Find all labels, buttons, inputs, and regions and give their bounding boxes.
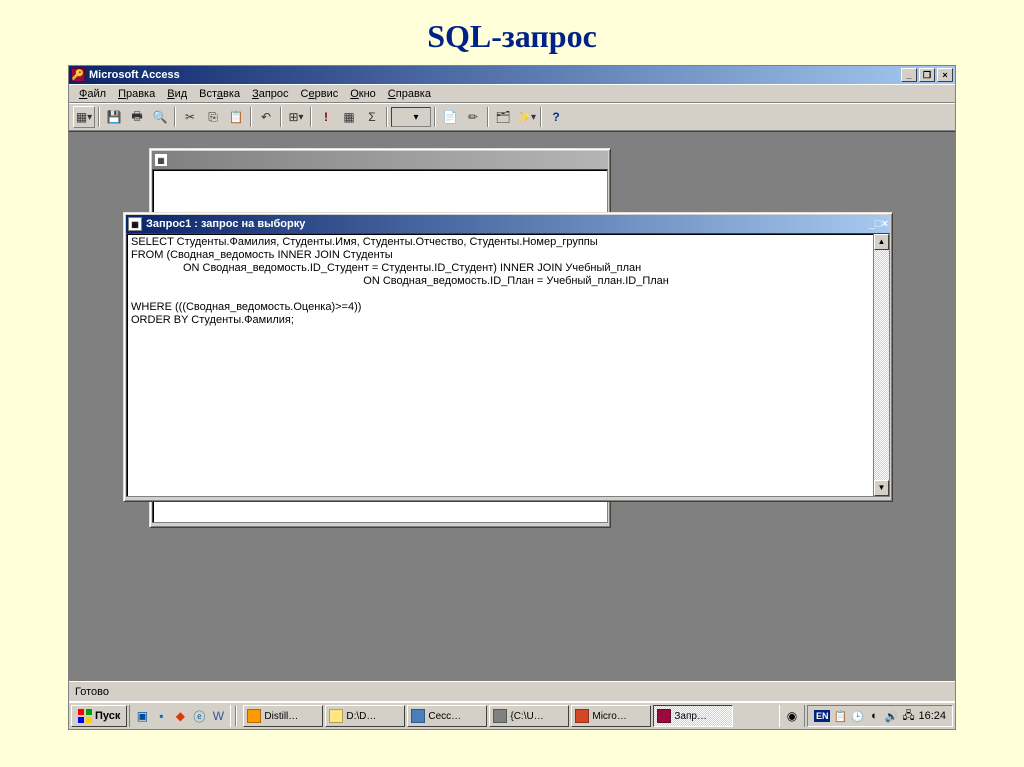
task-icon [575, 709, 589, 723]
scroll-up-button[interactable]: ▲ [874, 234, 889, 250]
tray-volume-icon[interactable]: 🔊 [884, 709, 898, 723]
task-label: Запр… [674, 711, 707, 722]
child-maximize-button[interactable]: □ [875, 218, 882, 230]
vertical-scrollbar[interactable]: ▲ ▼ [873, 234, 889, 496]
toprows-combo[interactable]: ▾ [391, 107, 431, 127]
print-button[interactable]: 🖶 [126, 106, 148, 128]
scroll-down-button[interactable]: ▼ [874, 480, 889, 496]
slide-title: SQL-запрос [0, 0, 1024, 65]
totals-button[interactable]: Σ [361, 106, 383, 128]
taskbar: Пуск ▣ ▪ ◆ ⓔ W Distill… D:\D… Сесс… {C:\U… M… [69, 701, 955, 729]
task-label: D:\D… [346, 711, 376, 722]
menu-window[interactable]: Окно [344, 86, 382, 102]
ql-desktop-icon[interactable]: ▪ [152, 707, 170, 725]
scroll-track[interactable] [874, 250, 889, 480]
sql-text[interactable]: SELECT Студенты.Фамилия, Студенты.Имя, С… [131, 236, 885, 327]
start-label: Пуск [95, 710, 120, 722]
minimize-button[interactable]: _ [901, 68, 917, 82]
newobject-button[interactable]: ✨▾ [515, 106, 537, 128]
toolbar: ▦▾ 💾 🖶 🔍 ✂ ⎘ 📋 ↶ ⊞▾ ! ▦ Σ ▾ 📄 ✏ 🗂 ✨▾ ? [69, 103, 955, 131]
task-label: {C:\U… [510, 711, 543, 722]
help-button[interactable]: ? [545, 106, 567, 128]
sql-editor[interactable]: SELECT Студенты.Фамилия, Студенты.Имя, С… [126, 233, 890, 497]
task-button-4[interactable]: Micro… [571, 705, 651, 727]
system-tray: EN 📋 🕒 ◐ 🔊 🖧 16:24 [807, 705, 953, 727]
language-indicator[interactable]: EN [814, 710, 831, 722]
save-button[interactable]: 💾 [103, 106, 125, 128]
window-icon: ▦ [154, 153, 168, 167]
sql-query-window[interactable]: ▦ Запрос1 : запрос на выборку _ □ × SELE… [123, 212, 893, 502]
task-button-5[interactable]: Запр… [653, 705, 733, 727]
titlebar: 🔑 Microsoft Access _ ❐ × [69, 66, 955, 84]
task-label: Micro… [592, 711, 626, 722]
mdi-area: ▦ ▦ Запрос1 : запрос на выборку _ □ × SE… [69, 131, 955, 681]
child-close-button[interactable]: × [882, 218, 888, 230]
menu-query[interactable]: Запрос [246, 86, 294, 102]
task-buttons: Distill… D:\D… Сесс… {C:\U… Micro… Запр… [241, 705, 777, 727]
menubar: Файл Правка Вид Вставка Запрос Сервис Ок… [69, 84, 955, 103]
sql-window-titlebar[interactable]: ▦ Запрос1 : запрос на выборку _ □ × [126, 215, 890, 233]
undo-button[interactable]: ↶ [255, 106, 277, 128]
task-label: Сесс… [428, 711, 461, 722]
task-icon [493, 709, 507, 723]
querytype-button[interactable]: ⊞▾ [285, 106, 307, 128]
app-title: Microsoft Access [89, 69, 180, 81]
windows-logo-icon [78, 709, 92, 723]
status-text: Готово [75, 686, 109, 698]
tray-network-icon[interactable]: 🖧 [901, 709, 915, 723]
menu-insert[interactable]: Вставка [193, 86, 246, 102]
quick-launch: ▣ ▪ ◆ ⓔ W [129, 705, 231, 727]
ql-outlook-icon[interactable]: ◆ [171, 707, 189, 725]
tray-icon-3[interactable]: ◐ [867, 709, 881, 723]
menu-help[interactable]: Справка [382, 86, 437, 102]
sql-window-title: Запрос1 : запрос на выборку [146, 218, 305, 230]
task-icon [657, 709, 671, 723]
task-label: Distill… [264, 711, 298, 722]
menu-tools[interactable]: Сервис [295, 86, 345, 102]
ql-explorer-icon[interactable]: ▣ [133, 707, 151, 725]
ql-ie-icon[interactable]: ⓔ [190, 707, 208, 725]
tray-extra: ◉ [779, 705, 805, 727]
view-dropdown[interactable]: ▦▾ [73, 106, 95, 128]
access-window: 🔑 Microsoft Access _ ❐ × Файл Правка Вид… [68, 65, 956, 730]
task-icon [329, 709, 343, 723]
cut-button[interactable]: ✂ [179, 106, 201, 128]
task-button-1[interactable]: D:\D… [325, 705, 405, 727]
menu-edit[interactable]: Правка [112, 86, 161, 102]
paste-button[interactable]: 📋 [225, 106, 247, 128]
task-icon [411, 709, 425, 723]
copy-button[interactable]: ⎘ [202, 106, 224, 128]
tray-clock-icon[interactable]: 🕒 [850, 709, 864, 723]
run-button[interactable]: ! [315, 106, 337, 128]
close-button[interactable]: × [937, 68, 953, 82]
task-button-0[interactable]: Distill… [243, 705, 323, 727]
ql-word-icon[interactable]: W [209, 707, 227, 725]
query-icon: ▦ [128, 217, 142, 231]
task-icon [247, 709, 261, 723]
menu-file[interactable]: Файл [73, 86, 112, 102]
menu-view[interactable]: Вид [161, 86, 193, 102]
start-button[interactable]: Пуск [71, 705, 127, 727]
task-button-3[interactable]: {C:\U… [489, 705, 569, 727]
access-icon: 🔑 [71, 68, 85, 82]
preview-button[interactable]: 🔍 [149, 106, 171, 128]
statusbar: Готово [69, 681, 955, 701]
showtable-button[interactable]: ▦ [338, 106, 360, 128]
task-button-2[interactable]: Сесс… [407, 705, 487, 727]
clock[interactable]: 16:24 [918, 710, 946, 722]
restore-button[interactable]: ❐ [919, 68, 935, 82]
build-button[interactable]: ✏ [462, 106, 484, 128]
tray-app-icon[interactable]: ◉ [783, 707, 801, 725]
dbwindow-button[interactable]: 🗂 [492, 106, 514, 128]
properties-button[interactable]: 📄 [439, 106, 461, 128]
background-window-titlebar[interactable]: ▦ [152, 151, 608, 169]
tray-task-icon[interactable]: 📋 [833, 709, 847, 723]
